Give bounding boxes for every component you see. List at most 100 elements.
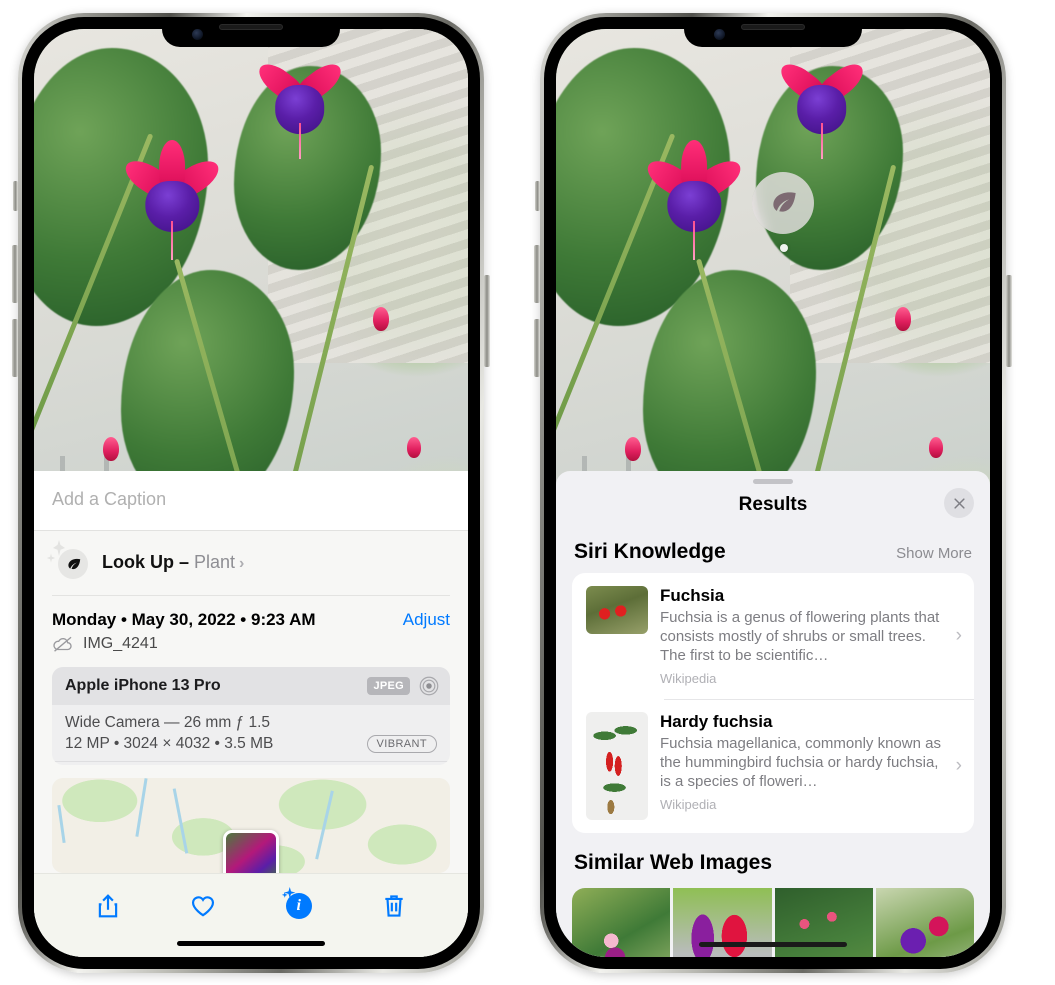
filename-row: IMG_4241 (34, 633, 468, 665)
delete-button[interactable] (374, 886, 414, 926)
look-up-icon-wrap (46, 540, 88, 579)
results-header: Results (556, 484, 990, 522)
volume-up-button[interactable] (12, 245, 18, 303)
screen-right: Results Siri Knowledge Show More Fuchsia… (556, 29, 990, 957)
result-source: Wikipedia (660, 671, 717, 687)
siri-knowledge-header: Siri Knowledge Show More (556, 522, 990, 573)
map-road-1 (134, 778, 148, 838)
result-description: Fuchsia is a genus of flowering plants t… (660, 609, 940, 665)
screen-left: Add a Caption Look Up – Plant › Monday •… (34, 29, 468, 957)
flower-2 (774, 48, 869, 160)
caption-input[interactable]: Add a Caption (52, 489, 450, 510)
front-camera (192, 29, 203, 40)
exif-body: Wide Camera — 26 mm ƒ 1.5 12 MP • 3024 ×… (52, 705, 450, 761)
results-title: Results (738, 494, 808, 515)
earpiece-speaker (741, 24, 805, 30)
bud-4 (894, 307, 911, 332)
look-up-prefix: Look Up – (102, 551, 195, 572)
favorite-button[interactable] (183, 886, 223, 926)
map-road-3 (314, 790, 334, 860)
info-button[interactable]: i (279, 886, 319, 926)
result-thumbnail (586, 712, 648, 821)
power-button[interactable] (484, 275, 490, 367)
photo-datetime: Monday • May 30, 2022 • 9:23 AM (52, 609, 316, 629)
home-indicator-area-left (34, 930, 468, 957)
trash-icon (385, 895, 403, 917)
web-image-4[interactable] (875, 888, 974, 957)
list-item[interactable]: Hardy fuchsia Fuchsia magellanica, commo… (572, 699, 974, 833)
exif-settings-row: ISO 50 | 26 mm | 0 ev | ƒ1.5 | 1/181 s (52, 760, 450, 766)
exif-lens: Wide Camera — 26 mm ƒ 1.5 (65, 713, 271, 731)
iphone-right: Results Siri Knowledge Show More Fuchsia… (534, 13, 1012, 973)
look-up-row[interactable]: Look Up – Plant › (34, 531, 468, 595)
leaf-icon (67, 558, 80, 569)
icloud-slash-icon (53, 636, 72, 652)
siri-knowledge-title: Siri Knowledge (574, 540, 726, 563)
chevron-right-icon: › (955, 625, 962, 647)
result-title: Hardy fuchsia (660, 712, 773, 732)
home-indicator[interactable] (699, 942, 847, 947)
format-badge: JPEG (367, 676, 410, 695)
map-road-4 (57, 804, 66, 843)
leaf-icon (773, 192, 796, 212)
map-thumbnail[interactable] (52, 778, 450, 874)
close-button[interactable] (944, 488, 974, 518)
look-up-subject: Plant (194, 551, 236, 572)
web-image-1[interactable] (572, 888, 671, 957)
volume-down-button[interactable] (12, 319, 18, 377)
flower-1 (642, 140, 747, 260)
visual-lookup-leaf-badge[interactable] (752, 172, 814, 234)
result-thumbnail (586, 586, 648, 634)
phone-bezel-right: Results Siri Knowledge Show More Fuchsia… (544, 17, 1002, 969)
show-more-button[interactable]: Show More (896, 545, 972, 562)
share-button[interactable] (88, 886, 128, 926)
exif-meta-row: 12 MP • 3024 × 4032 • 3.5 MB VIBRANT (65, 734, 437, 753)
photographic-style-badge: VIBRANT (366, 734, 437, 753)
sparkle-small-icon (46, 553, 56, 563)
mute-switch[interactable] (13, 181, 18, 211)
exif-header-right: JPEG (367, 676, 439, 696)
home-indicator[interactable] (177, 941, 325, 947)
notch-left (162, 17, 340, 47)
earpiece-speaker (219, 24, 283, 30)
chevron-right-icon: › (955, 755, 962, 777)
map-photo-pin[interactable] (223, 830, 279, 874)
results-sheet: Results Siri Knowledge Show More Fuchsia… (556, 471, 990, 957)
similar-web-images-title: Similar Web Images (574, 851, 773, 875)
result-description: Fuchsia magellanica, commonly known as t… (660, 735, 941, 791)
look-up-label: Look Up – Plant › (102, 552, 244, 573)
iphone-left: Add a Caption Look Up – Plant › Monday •… (12, 13, 490, 973)
notch-right (684, 17, 862, 47)
photo-filename: IMG_4241 (83, 634, 158, 652)
datetime-row: Monday • May 30, 2022 • 9:23 AM Adjust (34, 596, 468, 633)
list-item[interactable]: Fuchsia Fuchsia is a genus of flowering … (572, 573, 974, 699)
result-text: Hardy fuchsia Fuchsia magellanica, commo… (660, 712, 942, 812)
exif-resolution: 12 MP • 3024 × 4032 • 3.5 MB (65, 734, 274, 752)
heart-icon (192, 896, 215, 917)
close-icon (953, 497, 965, 509)
caption-row[interactable]: Add a Caption (34, 471, 468, 531)
screenshot-stage: Add a Caption Look Up – Plant › Monday •… (0, 0, 1055, 985)
aperture-icon (419, 676, 439, 696)
volume-down-button[interactable] (534, 319, 540, 377)
flower-2 (252, 48, 347, 160)
exif-device-name: Apple iPhone 13 Pro (65, 676, 221, 694)
photo-toolbar: i (34, 873, 468, 931)
volume-up-button[interactable] (534, 245, 540, 303)
mute-switch[interactable] (535, 181, 540, 211)
power-button[interactable] (1006, 275, 1012, 367)
map-road-2 (173, 788, 189, 854)
siri-knowledge-card: Fuchsia Fuchsia is a genus of flowering … (572, 573, 974, 834)
adjust-button[interactable]: Adjust (403, 610, 450, 630)
chevron-right-icon: › (239, 554, 245, 572)
result-text: Fuchsia Fuchsia is a genus of flowering … (660, 586, 942, 686)
photo-info-sheet: Add a Caption Look Up – Plant › Monday •… (34, 471, 468, 957)
visual-lookup-anchor-dot (780, 244, 788, 252)
flower-1 (120, 140, 225, 260)
result-source: Wikipedia (660, 797, 717, 813)
bud-4 (372, 307, 389, 332)
leaf-icon-circle (58, 549, 88, 579)
exif-header: Apple iPhone 13 Pro JPEG (52, 666, 450, 705)
similar-web-images-header: Similar Web Images (556, 833, 990, 884)
share-icon (98, 894, 117, 918)
